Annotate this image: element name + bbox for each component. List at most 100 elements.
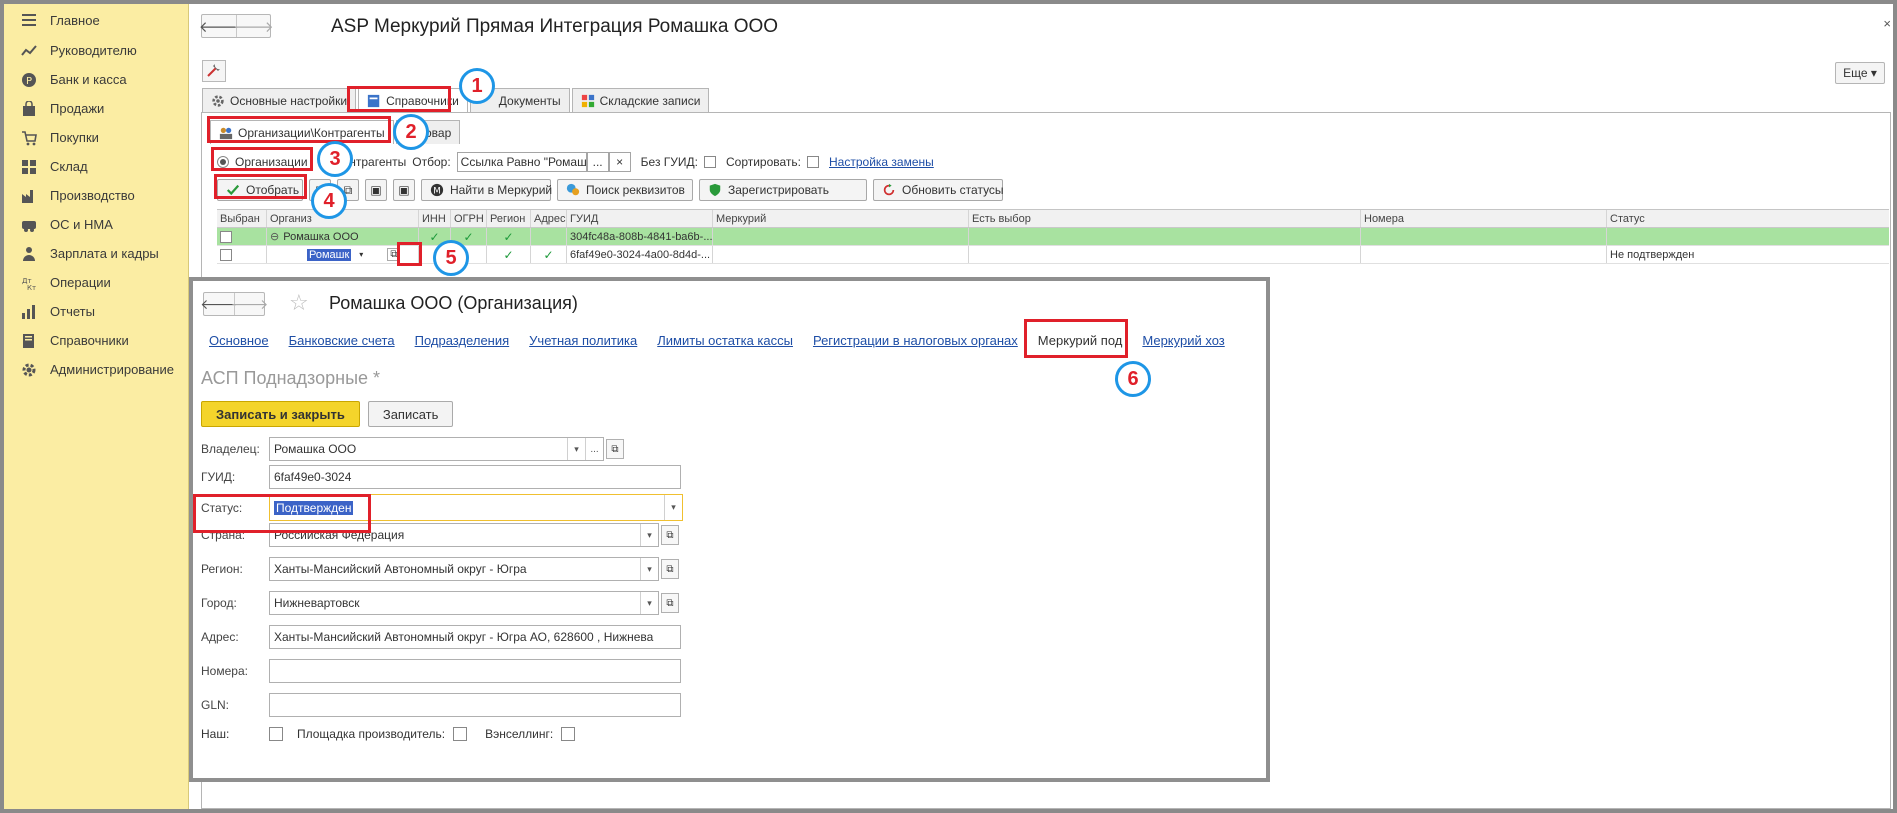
row-guid: 6faf49e0-3024-4a00-8d4d-...	[567, 246, 713, 263]
search-requisites-button[interactable]: Поиск реквизитов	[557, 179, 693, 201]
our-label: Наш:	[201, 727, 230, 741]
sidebar-item-manager[interactable]: Руководителю	[4, 36, 188, 65]
status-field[interactable]: Подтвержден ▾	[269, 494, 683, 521]
dropdown-icon[interactable]: ▾	[359, 250, 363, 259]
tab-mercury-business[interactable]: Меркурий хоз	[1142, 333, 1224, 348]
register-button[interactable]: Зарегистрировать	[699, 179, 867, 201]
radio-organizations[interactable]	[217, 156, 229, 168]
sidebar-item-sales[interactable]: Продажи	[4, 94, 188, 123]
col-has-choice[interactable]: Есть выбор	[969, 210, 1361, 227]
sidebar-item-reports[interactable]: Отчеты	[4, 297, 188, 326]
sidebar-item-catalogs[interactable]: Справочники	[4, 326, 188, 355]
row-name-editor[interactable]: Ромашк	[307, 248, 352, 261]
sidebar-item-salary[interactable]: Зарплата и кадры	[4, 239, 188, 268]
forward-arrow-icon[interactable]: 🡒	[231, 293, 268, 315]
replace-settings-link[interactable]: Настройка замены	[829, 155, 934, 169]
col-selected[interactable]: Выбран	[217, 210, 267, 227]
region-field[interactable]: Ханты-Мансийский Автономный округ - Югра…	[269, 557, 659, 581]
col-ogrn[interactable]: ОГРН	[451, 210, 487, 227]
chevron-down-icon[interactable]: ▾	[640, 558, 658, 580]
find-mercury-button[interactable]: M Найти в Меркурий	[421, 179, 552, 201]
tab-mercury-supervised[interactable]: Меркурий под	[1038, 333, 1123, 348]
save-and-close-button[interactable]: Записать и закрыть	[201, 401, 360, 427]
numbers-field[interactable]	[269, 659, 681, 683]
sidebar-item-main[interactable]: Главное	[4, 4, 188, 36]
chevron-down-icon[interactable]: ▾	[664, 495, 682, 520]
col-region[interactable]: Регион	[487, 210, 531, 227]
tool-button-b[interactable]: ▣	[393, 179, 415, 201]
open-icon[interactable]: ⧉	[606, 439, 624, 459]
select-dots-icon[interactable]: ...	[585, 438, 603, 460]
collapse-icon[interactable]: ⊖	[270, 230, 279, 243]
city-field[interactable]: Нижневартовск ▾	[269, 591, 659, 615]
row-open-icon[interactable]: ⧉	[387, 248, 401, 261]
sidebar-item-label: ОС и НМА	[50, 217, 113, 232]
tab-warehouse-records[interactable]: Складские записи	[571, 88, 710, 112]
col-inn[interactable]: ИНН	[419, 210, 451, 227]
gln-field[interactable]	[269, 693, 681, 717]
open-icon[interactable]: ⧉	[661, 593, 679, 613]
close-icon[interactable]: ×	[1883, 16, 1891, 31]
row-checkbox[interactable]	[220, 230, 232, 243]
tab-basic[interactable]: Основное	[209, 333, 269, 348]
tab-catalogs[interactable]: Справочники	[358, 88, 468, 112]
tools-icon	[206, 62, 222, 81]
tool-button-a[interactable]: ▣	[365, 179, 387, 201]
table-row[interactable]: ⊖ Ромашка ООО ✓ ✓ ✓ 304fc48a-808b-4841-ba…	[217, 228, 1889, 246]
col-mercury[interactable]: Меркурий	[713, 210, 969, 227]
back-arrow-icon[interactable]: 🡐	[200, 293, 238, 315]
select-button[interactable]: Отобрать	[217, 179, 303, 201]
forward-arrow-icon[interactable]: 🡒	[233, 15, 274, 37]
flags-row: Наш: Площадка производитель: Вэнселлинг:	[201, 727, 576, 741]
sidebar-item-admin[interactable]: Администрирование	[4, 355, 188, 384]
owner-field[interactable]: Ромашка ООО ▾ ...	[269, 437, 604, 461]
search-requisites-label: Поиск реквизитов	[586, 183, 685, 197]
favorite-star-icon[interactable]: ☆	[289, 290, 309, 316]
form-subtitle: АСП Поднадзорные *	[201, 368, 381, 388]
tab-cash-limits[interactable]: Лимиты остатка кассы	[657, 333, 793, 348]
tab-accounting-policy[interactable]: Учетная политика	[529, 333, 637, 348]
assets-icon	[20, 216, 38, 234]
col-guid[interactable]: ГУИД	[567, 210, 713, 227]
col-organization[interactable]: Организ	[267, 210, 419, 227]
tools-button[interactable]	[202, 60, 226, 82]
update-statuses-button[interactable]: Обновить статусы	[873, 179, 1004, 201]
tab-subdivisions[interactable]: Подразделения	[415, 333, 510, 348]
chevron-down-icon[interactable]: ▾	[640, 524, 658, 546]
sidebar-item-warehouse[interactable]: Склад	[4, 152, 188, 181]
col-address[interactable]: Адрес	[531, 210, 567, 227]
chevron-down-icon[interactable]: ▾	[640, 592, 658, 614]
country-field[interactable]: Российская Федерация ▾	[269, 523, 659, 547]
popup-nav-arrows: 🡐 🡒	[200, 292, 268, 316]
producer-checkbox[interactable]	[453, 727, 468, 741]
chevron-down-icon[interactable]: ▾	[567, 438, 585, 460]
numbers-label: Номера:	[201, 664, 248, 678]
filter-select-button[interactable]: ...	[586, 152, 609, 172]
sidebar-item-purchases[interactable]: Покупки	[4, 123, 188, 152]
sort-checkbox[interactable]	[807, 156, 820, 168]
col-numbers[interactable]: Номера	[1361, 210, 1607, 227]
sidebar-item-bank[interactable]: P Банк и касса	[4, 65, 188, 94]
our-checkbox[interactable]	[269, 727, 283, 741]
tab-bank-accounts[interactable]: Банковские счета	[289, 333, 395, 348]
tab-main-settings[interactable]: Основные настройки	[202, 88, 357, 112]
col-status[interactable]: Статус	[1607, 210, 1889, 227]
filter-input[interactable]: Ссылка Равно "Ромашк	[456, 152, 587, 172]
sidebar-item-operations[interactable]: Дт Кт Операции	[4, 268, 188, 297]
tab-organizations-counterparties[interactable]: Организации\Контрагенты	[210, 120, 394, 144]
save-button[interactable]: Записать	[367, 401, 454, 427]
address-field[interactable]: Ханты-Мансийский Автономный округ - Югра…	[269, 625, 681, 649]
tab-tax-registrations[interactable]: Регистрации в налоговых органах	[813, 333, 1018, 348]
no-guid-checkbox[interactable]	[703, 156, 716, 168]
open-icon[interactable]: ⧉	[661, 525, 679, 545]
guid-field[interactable]: 6faf49e0-3024	[269, 465, 681, 489]
row-checkbox[interactable]	[220, 248, 232, 261]
sidebar-item-assets[interactable]: ОС и НМА	[4, 210, 188, 239]
city-row: Город: Нижневартовск ▾ ⧉	[201, 591, 679, 615]
more-button[interactable]: Еще ▾	[1835, 62, 1885, 84]
back-arrow-icon[interactable]: 🡐	[199, 15, 239, 37]
vanselling-checkbox[interactable]	[561, 727, 576, 741]
filter-clear-button[interactable]: ×	[608, 152, 631, 172]
open-icon[interactable]: ⧉	[661, 559, 679, 579]
sidebar-item-production[interactable]: Производство	[4, 181, 188, 210]
